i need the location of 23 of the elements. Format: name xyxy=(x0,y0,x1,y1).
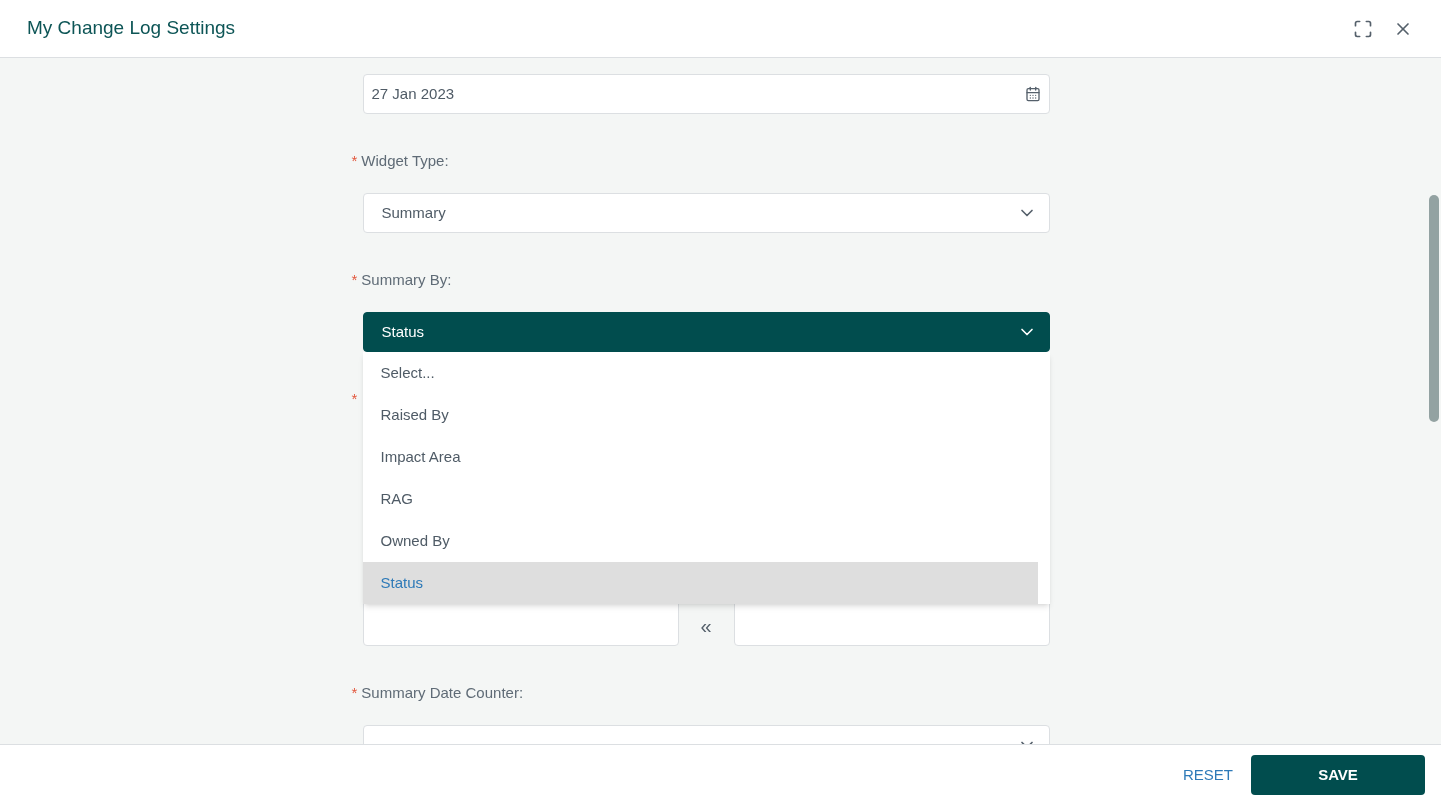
field-label: Summary By: xyxy=(361,269,452,290)
required-mark: * xyxy=(351,388,358,409)
required-mark: * xyxy=(351,150,358,171)
dropdown-option[interactable]: Owned By xyxy=(362,520,1038,562)
date-field[interactable]: 27 Jan 2023 xyxy=(362,74,1050,114)
move-left-button[interactable]: « xyxy=(678,606,734,646)
save-button[interactable]: SAVE xyxy=(1251,755,1425,795)
reset-button[interactable]: RESET xyxy=(1183,763,1233,787)
required-mark: * xyxy=(351,682,358,703)
dropdown-option[interactable]: Raised By xyxy=(362,394,1038,436)
select-field[interactable]: Status xyxy=(362,312,1050,352)
dropdown-option[interactable]: RAG xyxy=(362,478,1038,520)
window-title: My Change Log Settings xyxy=(27,16,236,41)
required-mark: * xyxy=(351,269,358,290)
dropdown-option[interactable]: Impact Area xyxy=(362,436,1038,478)
field-label: Widget Type: xyxy=(361,150,449,171)
dropdown-option[interactable]: Status xyxy=(362,562,1038,604)
calendar-icon[interactable] xyxy=(1024,86,1041,102)
fullscreen-icon[interactable] xyxy=(1353,18,1373,39)
select-field[interactable]: Summary xyxy=(362,193,1050,233)
field-label: Summary Date Counter: xyxy=(361,682,524,703)
dropdown-option[interactable]: Select... xyxy=(362,352,1038,394)
scrollbar-thumb[interactable] xyxy=(1429,195,1439,422)
